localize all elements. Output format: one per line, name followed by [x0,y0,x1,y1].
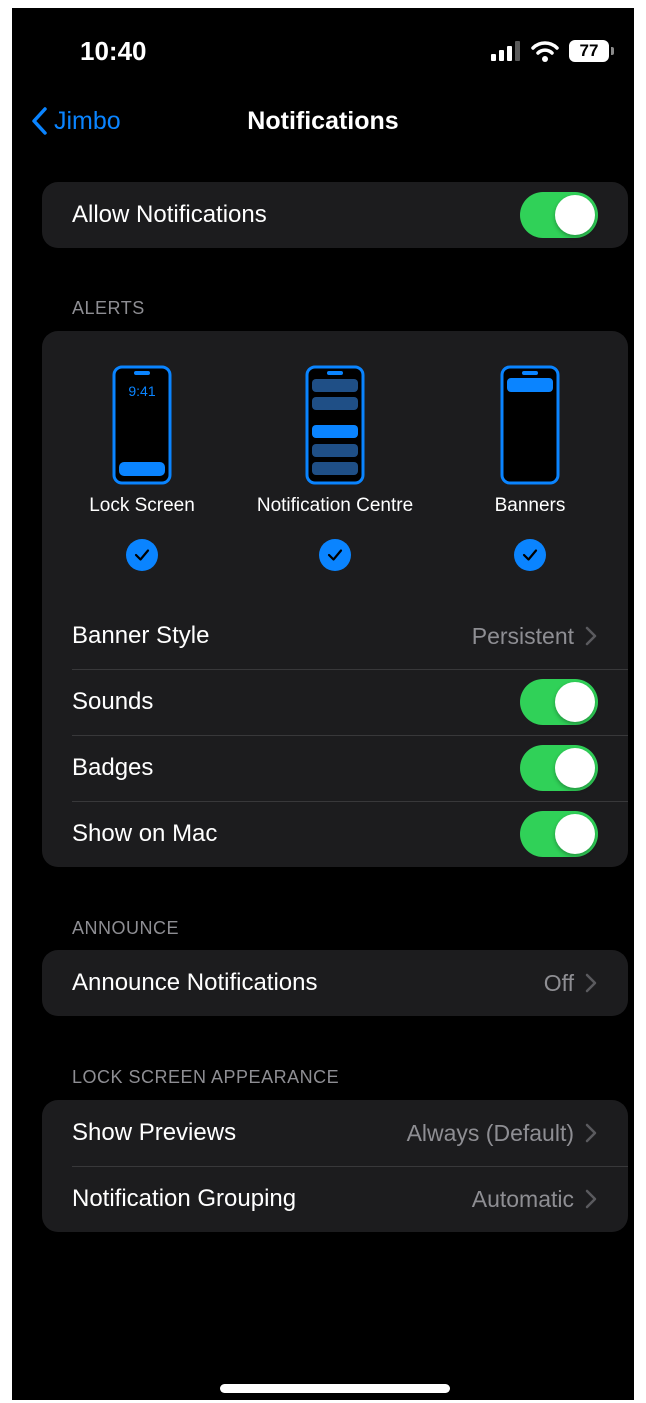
status-icons: 77 [491,38,614,64]
allow-notifications-group: Allow Notifications [42,182,628,248]
banner-style-row[interactable]: Banner Style Persistent [42,603,628,669]
wifi-icon [531,41,559,62]
chevron-right-icon [585,973,597,993]
alert-option-label: Lock Screen [89,495,195,516]
announce-notifications-value: Off [543,969,574,996]
show-previews-label: Show Previews [72,1119,237,1146]
show-previews-value: Always (Default) [406,1119,574,1146]
allow-notifications-toggle[interactable] [520,192,598,238]
banners-phone-icon [500,365,560,485]
sounds-toggle[interactable] [520,679,598,725]
show-on-mac-row: Show on Mac [42,801,628,867]
home-indicator[interactable] [220,1384,450,1393]
lock-screen-appearance-group: Show Previews Always (Default) Notificat… [42,1100,628,1232]
alert-option-notification-centre[interactable]: Notification Centre [235,365,435,571]
alert-styles: 9:41 Lock Screen Notification Centre Ban… [42,331,628,603]
chevron-right-icon [585,626,597,646]
alerts-header: ALERTS [72,298,145,318]
lock-screen-appearance-header: LOCK SCREEN APPEARANCE [72,1067,340,1087]
lock-screen-checkmark-icon[interactable] [126,539,158,571]
badges-toggle[interactable] [520,745,598,791]
alert-option-banners[interactable]: Banners [430,365,628,571]
lock-screen-phone-icon: 9:41 [112,365,172,485]
page-title: Notifications [247,107,399,135]
alert-option-label: Notification Centre [256,495,414,516]
cellular-signal-icon [491,41,520,61]
notification-grouping-label: Notification Grouping [72,1185,297,1212]
announce-notifications-row[interactable]: Announce Notifications Off [42,950,628,1016]
battery-icon: 77 [569,40,614,62]
battery-level: 77 [569,40,609,62]
chevron-right-icon [585,1189,597,1209]
banners-checkmark-icon[interactable] [514,539,546,571]
alert-option-lock-screen[interactable]: 9:41 Lock Screen [42,365,242,571]
sounds-row: Sounds [42,669,628,735]
announce-notifications-label: Announce Notifications [72,969,318,996]
sounds-label: Sounds [72,688,154,715]
phone-screen: 10:40 77 Jimbo Notifications Allow Notif… [12,8,634,1400]
allow-notifications-label: Allow Notifications [72,201,267,228]
notification-centre-phone-icon [305,365,365,485]
notification-grouping-value: Automatic [471,1185,574,1212]
announce-header: ANNOUNCE [72,918,180,938]
badges-label: Badges [72,754,154,781]
lock-screen-preview-time: 9:41 [128,383,155,399]
show-on-mac-label: Show on Mac [72,820,218,847]
notification-centre-checkmark-icon[interactable] [319,539,351,571]
badges-row: Badges [42,735,628,801]
status-time: 10:40 [80,36,147,66]
allow-notifications-row: Allow Notifications [42,182,628,248]
announce-group: Announce Notifications Off [42,950,628,1016]
alert-option-label: Banners [494,495,566,516]
banner-style-label: Banner Style [72,622,210,649]
show-on-mac-toggle[interactable] [520,811,598,857]
chevron-right-icon [585,1123,597,1143]
alerts-group: 9:41 Lock Screen Notification Centre Ban… [42,331,628,867]
show-previews-row[interactable]: Show Previews Always (Default) [42,1100,628,1166]
banner-style-value: Persistent [471,622,574,649]
notification-grouping-row[interactable]: Notification Grouping Automatic [42,1166,628,1232]
